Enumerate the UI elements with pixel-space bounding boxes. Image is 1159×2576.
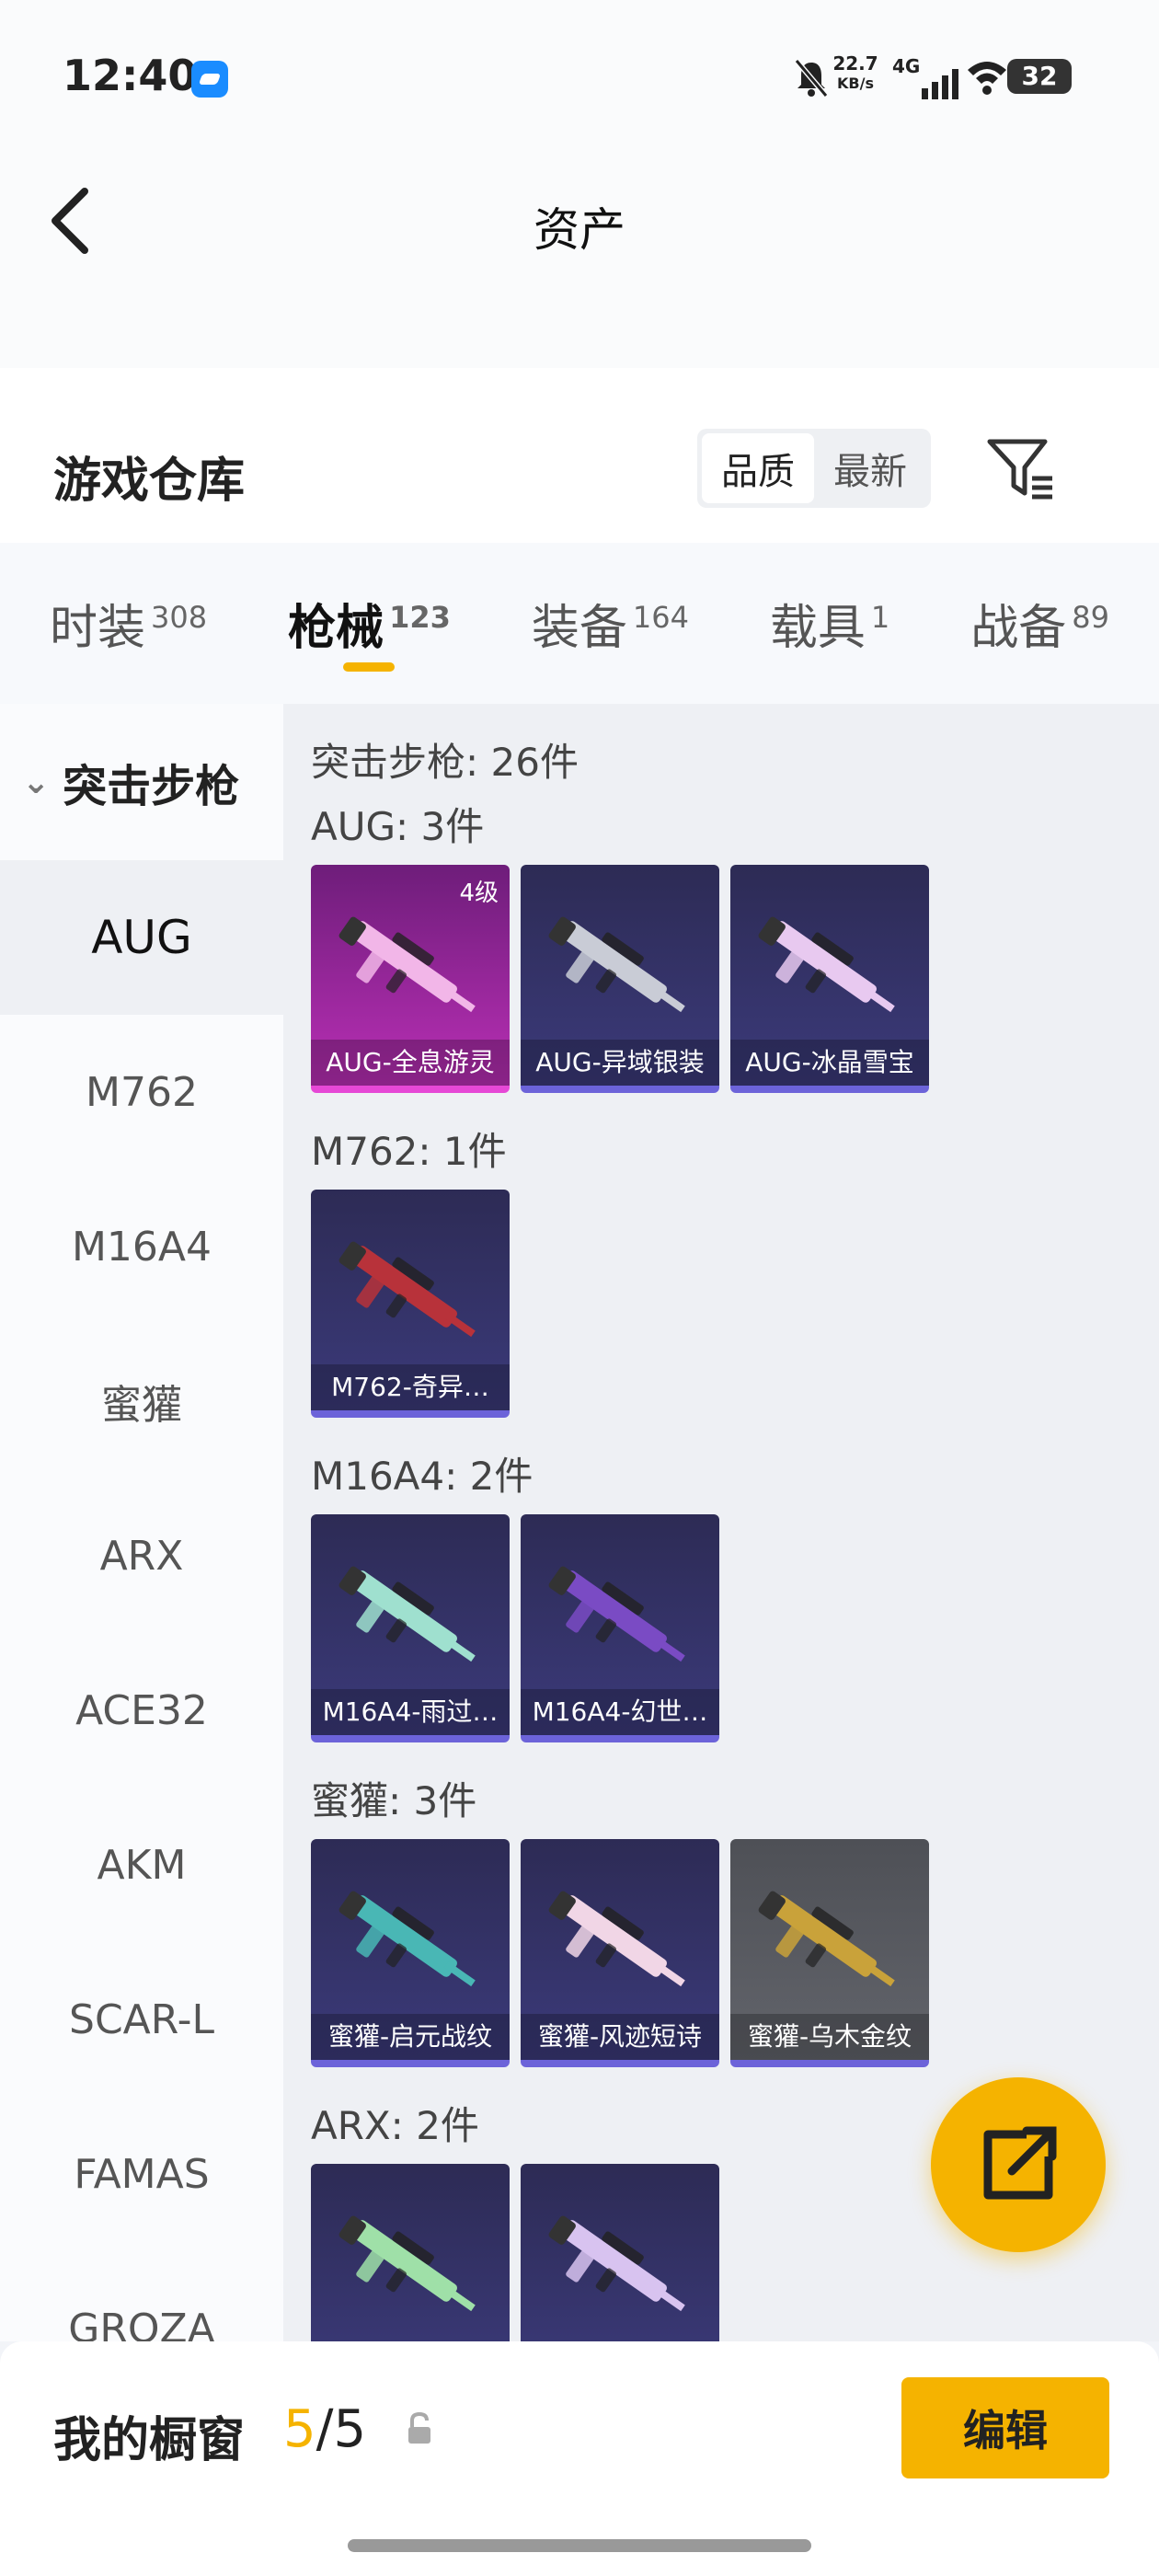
weapon-skin-card[interactable]: AUG-冰晶雪宝 xyxy=(730,865,929,1093)
group-title: ARX: 2件 xyxy=(311,2103,479,2148)
rifle-icon xyxy=(758,1891,895,1987)
weapon-skin-card[interactable]: 4级 AUG-全息游灵 xyxy=(311,865,510,1093)
rifle-icon xyxy=(339,1241,476,1338)
group-title: M16A4: 2件 xyxy=(311,1454,534,1499)
group-title: AUG: 3件 xyxy=(311,804,485,849)
tab-supplies[interactable]: 战备 89 xyxy=(970,543,1109,704)
sidebar-item[interactable]: FAMAS xyxy=(0,2097,283,2251)
weapon-type-sidebar: ⌄ 突击步枪 AUG M762 M16A4 蜜獾 ARX ACE32 AKM SC… xyxy=(0,704,283,2341)
status-time: 12:40 xyxy=(63,51,198,100)
sort-toggle: 品质 最新 xyxy=(697,429,931,508)
warehouse-title: 游戏仓库 xyxy=(53,454,246,509)
weapon-skin-card[interactable]: M16A4-幻世… xyxy=(521,1514,719,1742)
filter-icon[interactable] xyxy=(984,432,1058,506)
tab-equipment[interactable]: 装备 164 xyxy=(532,543,689,704)
category-header[interactable]: ⌄ 突击步枪 xyxy=(0,704,283,860)
net-speed: 22.7 KB/s xyxy=(832,52,878,92)
share-icon xyxy=(983,2126,1057,2200)
weapon-skin-name: 蜜獾-乌木金纹 xyxy=(730,2014,929,2060)
weapon-skin-name: 蜜獾-启元战纹 xyxy=(311,2014,510,2060)
rifle-icon xyxy=(339,1566,476,1662)
sort-quality-button[interactable]: 品质 xyxy=(702,433,814,503)
header xyxy=(0,156,1159,368)
tab-fashion[interactable]: 时装 308 xyxy=(50,543,207,704)
weapon-skin-name: AUG-冰晶雪宝 xyxy=(730,1040,929,1086)
edit-button[interactable]: 编辑 xyxy=(901,2377,1109,2478)
rifle-icon xyxy=(758,916,895,1013)
weapon-skin-card[interactable] xyxy=(311,2164,510,2341)
weapon-skin-name: M16A4-雨过… xyxy=(311,1689,510,1735)
sidebar-item[interactable]: AUG xyxy=(0,860,283,1015)
rifle-icon xyxy=(339,1891,476,1987)
home-indicator[interactable] xyxy=(348,2539,811,2552)
rifle-icon xyxy=(339,916,476,1013)
weapon-skin-name: 蜜獾-风迹短诗 xyxy=(521,2014,719,2060)
network-type: 4G xyxy=(892,55,921,77)
weapon-skin-card[interactable]: 蜜獾-启元战纹 xyxy=(311,1839,510,2067)
tab-weapons[interactable]: 枪械 123 xyxy=(288,543,451,704)
sidebar-item[interactable]: AKM xyxy=(0,1788,283,1942)
rifle-icon xyxy=(548,916,685,1013)
sidebar-item[interactable]: 蜜獾 xyxy=(0,1324,283,1478)
weapon-skin-card[interactable]: M16A4-雨过… xyxy=(311,1514,510,1742)
group-title: 蜜獾: 3件 xyxy=(311,1778,477,1823)
sidebar-item[interactable]: SCAR-L xyxy=(0,1942,283,2097)
showcase-count: 5/5 xyxy=(283,2399,367,2459)
level-badge: 4级 xyxy=(459,880,499,907)
showcase-label: 我的橱窗 xyxy=(53,2413,246,2468)
sidebar-item[interactable]: ACE32 xyxy=(0,1633,283,1788)
mute-bell-icon xyxy=(794,59,829,98)
weapon-skin-card[interactable] xyxy=(521,2164,719,2341)
weapon-skin-name: AUG-全息游灵 xyxy=(311,1040,510,1086)
signal-icon xyxy=(922,69,958,99)
lock-icon xyxy=(408,2411,430,2444)
weapon-skin-name: M16A4-幻世… xyxy=(521,1689,719,1735)
sidebar-item[interactable]: M16A4 xyxy=(0,1169,283,1324)
category-tabs: 时装 308 枪械 123 装备 164 载具 1 战备 89 xyxy=(0,543,1159,704)
weapon-skin-name: AUG-异域银装 xyxy=(521,1040,719,1086)
tab-vehicles[interactable]: 载具 1 xyxy=(770,543,889,704)
rifle-icon xyxy=(339,2215,476,2312)
weapon-skin-card[interactable]: AUG-异域银装 xyxy=(521,865,719,1093)
rifle-icon xyxy=(548,1566,685,1662)
weapon-skin-name: M762-奇异… xyxy=(311,1364,510,1410)
group-title: M762: 1件 xyxy=(311,1129,507,1174)
share-button[interactable] xyxy=(931,2077,1106,2252)
battery-indicator: 32 xyxy=(1007,59,1072,94)
sidebar-item[interactable]: M762 xyxy=(0,1015,283,1169)
wifi-icon xyxy=(968,62,1006,95)
section-title: 突击步枪: 26件 xyxy=(311,740,579,785)
rifle-icon xyxy=(548,1891,685,1987)
weapon-skin-card[interactable]: M762-奇异… xyxy=(311,1190,510,1418)
rifle-icon xyxy=(548,2215,685,2312)
sidebar-item[interactable]: ARX xyxy=(0,1478,283,1633)
chevron-down-icon: ⌄ xyxy=(22,763,51,801)
weapon-skin-card[interactable]: 蜜獾-乌木金纹 xyxy=(730,1839,929,2067)
sidebar-item[interactable]: GROZA xyxy=(0,2251,283,2342)
app-notification-icon xyxy=(191,61,228,98)
weapon-skin-card[interactable]: 蜜獾-风迹短诗 xyxy=(521,1839,719,2067)
page-title: 资产 xyxy=(534,203,625,257)
sort-newest-button[interactable]: 最新 xyxy=(814,433,926,503)
